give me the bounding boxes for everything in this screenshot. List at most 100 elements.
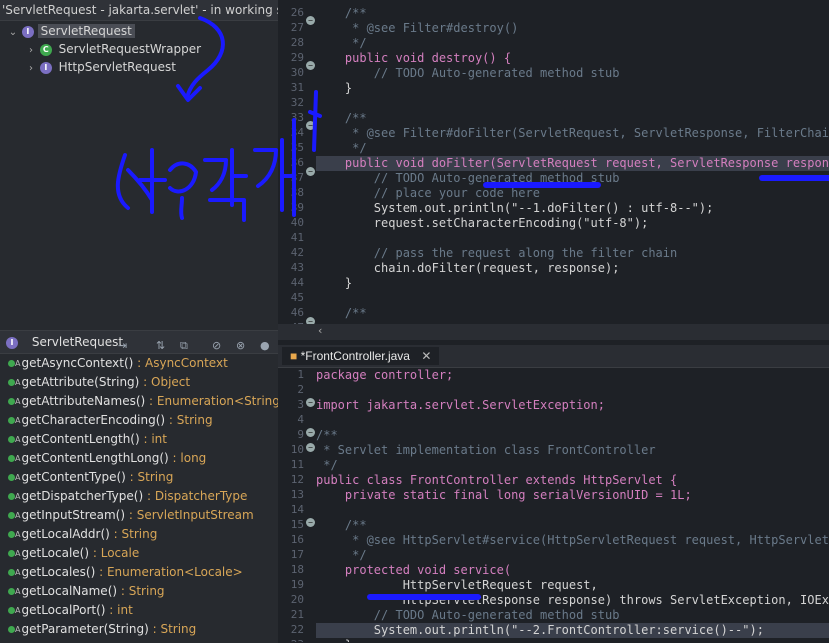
member-item[interactable]: AgetContentType() : String (0, 468, 278, 487)
code-line[interactable]: System.out.println("--1.doFilter() : utf… (316, 201, 714, 216)
public-method-icon (8, 474, 15, 481)
code-line[interactable]: public void doFilter(ServletRequest requ… (316, 156, 829, 171)
fold-collapse-icon[interactable] (306, 443, 315, 452)
member-item[interactable]: AgetAttribute(String) : Object (0, 373, 278, 392)
line-number: 15 (290, 518, 304, 531)
hierarchy-title: 'ServletRequest - jakarta.servlet' - in … (0, 0, 278, 21)
member-item[interactable]: AgetLocale() : Locale (0, 544, 278, 563)
code-line[interactable]: */ (316, 548, 366, 563)
tree-item-servletrequestwrapper[interactable]: › C ServletRequestWrapper (26, 40, 204, 58)
code-line[interactable]: /** (316, 306, 367, 321)
line-number: 3 (297, 398, 304, 411)
fold-collapse-icon[interactable] (306, 167, 315, 176)
code-line[interactable]: // TODO Auto-generated method stub (316, 608, 620, 623)
code-line[interactable]: */ (316, 458, 337, 473)
member-item[interactable]: AgetContentLength() : int (0, 430, 278, 449)
editor-filter[interactable]: 26 /** 27 * @see Filter#destroy() 28 */29 … (278, 0, 829, 342)
code-line[interactable]: */ (316, 141, 366, 156)
member-item[interactable]: AgetContentLengthLong() : long (0, 449, 278, 468)
member-item[interactable]: AgetLocalName() : String (0, 582, 278, 601)
code-line[interactable]: HttpServletRequest request, (316, 578, 598, 593)
chevron-down-icon[interactable]: ⌄ (8, 24, 18, 42)
tree-item-httpservletrequest[interactable]: › I HttpServletRequest (26, 58, 179, 76)
code-line[interactable]: // TODO Auto-generated method stub (316, 171, 620, 186)
member-return-type: : String (165, 413, 213, 427)
interface-icon: I (6, 336, 18, 349)
code-line[interactable]: * Servlet implementation class FrontCont… (316, 443, 655, 458)
code-line[interactable]: chain.doFilter(request, response); (316, 261, 620, 276)
fold-collapse-icon[interactable] (306, 428, 315, 437)
scroll-left-icon[interactable]: ‹ (318, 324, 322, 337)
member-name: getAttribute(String) (21, 375, 140, 389)
member-item[interactable]: AgetCharacterEncoding() : String (0, 411, 278, 430)
tree-item-label: ServletRequestWrapper (58, 42, 202, 56)
code-line[interactable]: public class FrontController extends Htt… (316, 473, 677, 488)
public-method-icon (8, 626, 15, 633)
members-header: I ServletRequest ⇥ ⇅ ⧉ ⊘ ⊗ ● (0, 331, 278, 354)
code-line[interactable]: // pass the request along the filter cha… (316, 246, 677, 261)
editor-frontcontroller[interactable]: 1 package controller; 2 3 import jakarta.ser… (278, 368, 829, 642)
member-return-type: : ServletInputStream (125, 508, 254, 522)
hide-static-icon[interactable]: ⊗ (236, 335, 245, 357)
code-line[interactable]: System.out.println("--2.FrontController:… (316, 623, 829, 638)
line-number: 32 (290, 96, 304, 109)
fold-collapse-icon[interactable] (306, 398, 315, 407)
code-line[interactable]: request.setCharacterEncoding("utf-8"); (316, 216, 649, 231)
tab-frontcontroller[interactable]: ■ *FrontController.java ✕ (282, 347, 440, 365)
sort-icon[interactable]: ⇅ (156, 335, 165, 357)
fold-collapse-icon[interactable] (306, 518, 315, 527)
hide-fields-icon[interactable]: ⊘ (212, 335, 221, 357)
abstract-icon: A (15, 416, 21, 425)
line-number: 42 (290, 246, 304, 259)
code-line[interactable]: * @see Filter#doFilter(ServletRequest, S… (316, 126, 829, 141)
code-line[interactable]: public void destroy() { (316, 51, 511, 66)
members-pane: I ServletRequest ⇥ ⇅ ⧉ ⊘ ⊗ ● AgetAsyncCo… (0, 330, 278, 643)
code-line[interactable]: // TODO Auto-generated method stub (316, 66, 620, 81)
code-line[interactable]: * @see Filter#destroy() (316, 21, 518, 36)
fold-collapse-icon[interactable] (306, 61, 315, 70)
class-icon: C (39, 43, 52, 56)
member-item[interactable]: AgetDispatcherType() : DispatcherType (0, 487, 278, 506)
member-return-type: : long (168, 451, 207, 465)
tree-item-servletrequest[interactable]: ⌄ I ServletRequest (8, 22, 135, 40)
filter-icon[interactable]: ⧉ (180, 335, 188, 357)
member-item[interactable]: AgetParameter(String) : String (0, 620, 278, 639)
code-line[interactable]: */ (316, 36, 366, 51)
code-line[interactable]: protected void service( (316, 563, 511, 578)
fold-collapse-icon[interactable] (306, 16, 315, 25)
line-number: 37 (290, 171, 304, 184)
member-item[interactable]: AgetLocales() : Enumeration<Locale> (0, 563, 278, 582)
code-line[interactable]: /** (316, 428, 338, 443)
code-line[interactable]: package controller; (316, 368, 453, 383)
public-method-icon (8, 398, 15, 405)
chevron-right-icon[interactable]: › (26, 60, 36, 78)
hide-nonpublic-icon[interactable]: ● (260, 335, 270, 357)
abstract-icon: A (15, 492, 21, 501)
member-return-type: : Enumeration<String> (145, 394, 278, 408)
code-line[interactable]: /** (316, 518, 367, 533)
code-line[interactable]: } (316, 81, 352, 96)
show-inherited-icon[interactable]: ⇥ (118, 335, 127, 357)
horizontal-scrollbar[interactable]: ‹ (278, 324, 829, 340)
code-line[interactable]: import jakarta.servlet.ServletException; (316, 398, 605, 413)
member-item[interactable]: AgetAttributeNames() : Enumeration<Strin… (0, 392, 278, 411)
line-number: 27 (290, 21, 304, 34)
fold-collapse-icon[interactable] (306, 121, 315, 130)
code-line[interactable]: * @see HttpServlet#service(HttpServletRe… (316, 533, 829, 548)
close-icon[interactable]: ✕ (421, 349, 431, 363)
public-method-icon (8, 455, 15, 462)
member-item[interactable]: AgetLocalPort() : int (0, 601, 278, 620)
code-line[interactable]: HttpServletResponse response) throws Ser… (316, 593, 829, 608)
code-line[interactable]: } (316, 276, 352, 291)
member-item[interactable]: AgetInputStream() : ServletInputStream (0, 506, 278, 525)
member-item[interactable]: AgetLocalAddr() : String (0, 525, 278, 544)
line-number: 29 (290, 51, 304, 64)
member-return-type: : String (109, 527, 158, 541)
code-line[interactable]: } (316, 638, 352, 642)
code-line[interactable]: // place your code here (316, 186, 540, 201)
code-line[interactable]: private static final long serialVersionU… (316, 488, 692, 503)
code-line[interactable]: /** (316, 111, 367, 126)
line-number: 45 (290, 291, 304, 304)
code-line[interactable]: /** (316, 6, 367, 21)
abstract-icon: A (15, 587, 21, 596)
